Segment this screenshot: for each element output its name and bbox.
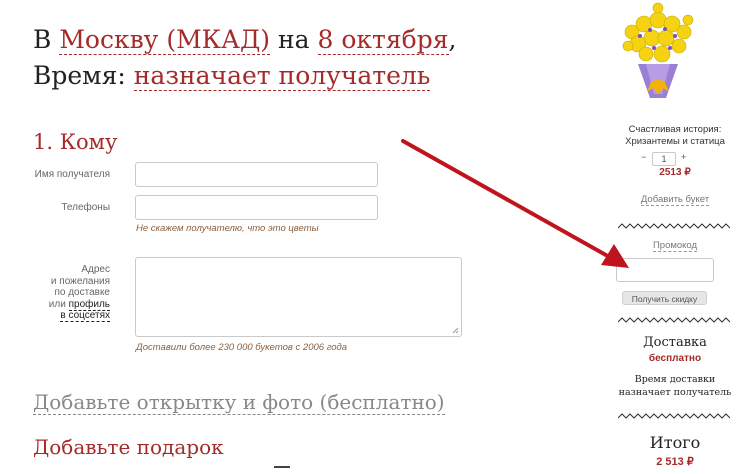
address-label-line: Адрес — [81, 264, 110, 275]
zigzag-divider — [618, 413, 730, 419]
add-card-section[interactable]: Добавьте открытку и фото (бесплатно) — [33, 390, 445, 415]
add-gift-section-title[interactable]: Добавьте подарок — [33, 435, 224, 459]
promo-label[interactable]: Промокод — [652, 240, 698, 252]
city-selector[interactable]: Москву (МКАД) — [59, 25, 271, 55]
phones-input[interactable] — [135, 195, 378, 220]
address-label-line: по доставке — [54, 287, 110, 298]
resize-handle-icon[interactable] — [452, 327, 459, 334]
comma-text: , — [448, 25, 457, 54]
recipient-name-label: Имя получателя — [34, 169, 110, 180]
add-card-link[interactable]: Добавьте открытку и фото (бесплатно) — [33, 390, 445, 415]
address-label-line: в соцсетях — [32, 310, 110, 322]
annotation-arrow-icon — [401, 139, 629, 268]
total-title: Итого — [649, 433, 701, 452]
date-selector[interactable]: 8 октября — [317, 25, 449, 55]
time-label: Время: — [33, 61, 126, 90]
address-label: Адрес и пожелания по доставке или профил… — [32, 264, 110, 322]
delivery-title: Доставка — [643, 335, 707, 350]
phones-hint: Не скажем получателю, что это цветы — [136, 223, 319, 234]
social-profile-link[interactable]: профиль — [68, 298, 110, 311]
bouquet-image — [622, 2, 694, 98]
social-link[interactable]: в соцсетях — [60, 310, 110, 322]
delivery-time-info: Время доставки назначает получатель — [605, 373, 745, 399]
quantity-stepper[interactable]: − 1 + — [640, 152, 702, 166]
delivery-destination-line: В Москву (МКАД) на 8 октября, — [33, 22, 456, 58]
delivery-time-line: Время: назначает получатель — [33, 58, 431, 94]
zigzag-divider — [618, 317, 730, 323]
quantity-input[interactable]: 1 — [652, 152, 676, 166]
delivery-time-line: Время доставки — [634, 374, 716, 385]
phones-label: Телефоны — [61, 202, 110, 213]
increase-quantity-button[interactable]: + — [681, 152, 686, 162]
total-price: 2 513 ₽ — [656, 456, 694, 468]
section-recipient-title: 1. Кому — [33, 130, 118, 154]
time-selector[interactable]: назначает получатель — [133, 61, 431, 91]
or-text: или — [48, 298, 66, 310]
delivery-time-line: назначает получатель — [618, 387, 732, 398]
get-discount-button[interactable]: Получить скидку — [622, 291, 707, 305]
decrease-quantity-button[interactable]: − — [641, 152, 646, 162]
mid-text: на — [278, 25, 310, 54]
address-label-line: и пожелания — [50, 275, 110, 287]
recipient-name-input[interactable] — [135, 162, 378, 187]
prefix-text: В — [33, 25, 52, 54]
add-bouquet-link[interactable]: Добавить букет — [640, 194, 710, 206]
delivery-price: бесплатно — [648, 353, 702, 364]
address-label-line: или профиль — [32, 298, 110, 311]
delivery-stats-hint: Доставили более 230 000 букетов с 2006 г… — [136, 342, 348, 353]
